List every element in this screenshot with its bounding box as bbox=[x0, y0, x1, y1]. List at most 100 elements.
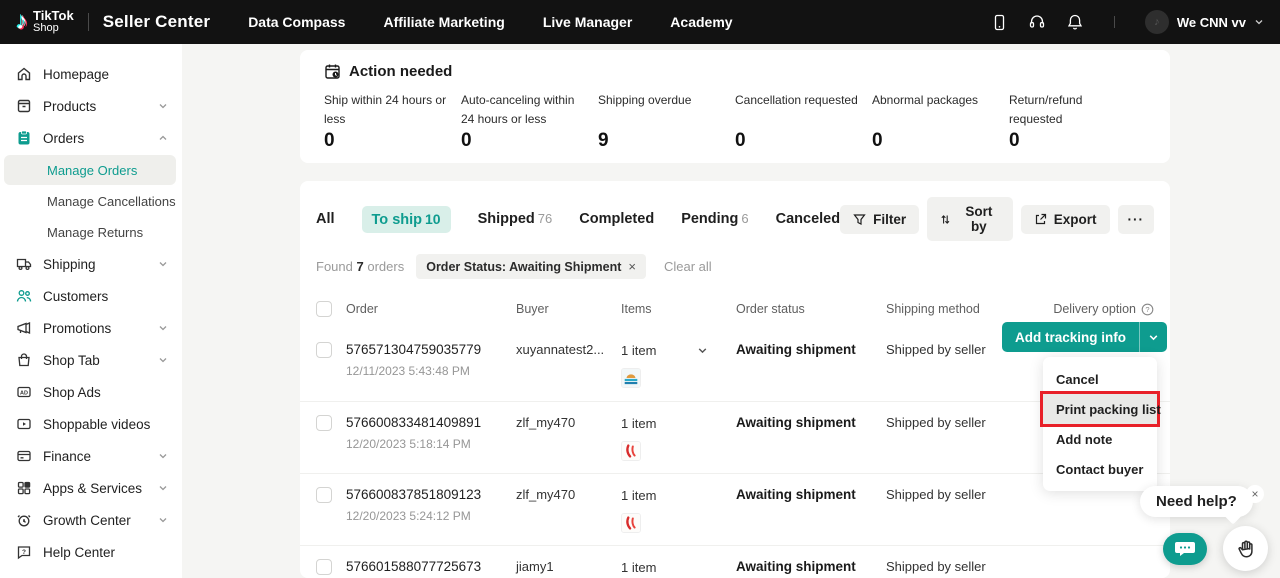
tab-canceled[interactable]: Canceled bbox=[776, 211, 840, 227]
nav-seller-center[interactable]: Seller Center bbox=[103, 12, 210, 32]
clear-all-link[interactable]: Clear all bbox=[664, 259, 712, 274]
sidebar-item-label: Customers bbox=[43, 289, 168, 304]
menu-item-contact-buyer[interactable]: Contact buyer bbox=[1043, 454, 1157, 484]
action-needed-card: Action needed Ship within 24 hours or le… bbox=[300, 50, 1170, 163]
sidebar-item-shoppable-videos[interactable]: Shoppable videos bbox=[0, 408, 182, 440]
export-button[interactable]: Export bbox=[1021, 205, 1110, 234]
row-actions-caret-button[interactable] bbox=[1139, 322, 1167, 352]
chevron-down-icon[interactable] bbox=[697, 345, 708, 356]
col-delivery-option: Delivery option ? bbox=[1036, 302, 1154, 316]
stat-shipping-overdue[interactable]: Shipping overdue 9 bbox=[598, 91, 735, 152]
menu-item-cancel[interactable]: Cancel bbox=[1043, 364, 1157, 394]
row-checkbox[interactable] bbox=[316, 487, 332, 503]
tab-completed[interactable]: Completed bbox=[579, 211, 654, 227]
order-id[interactable]: 576571304759035779 bbox=[346, 342, 516, 357]
mobile-app-icon[interactable] bbox=[991, 14, 1008, 31]
tab-to-ship[interactable]: To ship10 bbox=[362, 206, 451, 233]
sort-by-button[interactable]: Sort by bbox=[927, 197, 1013, 241]
stat-return-refund-requested[interactable]: Return/refund requested 0 bbox=[1009, 91, 1146, 152]
shoppable-video-icon bbox=[16, 416, 32, 432]
sidebar-item-growth-center[interactable]: Growth Center bbox=[0, 504, 182, 536]
tiktok-shop-logo[interactable]: ♪ TikTok Shop bbox=[16, 9, 74, 34]
buyer-name[interactable]: xuyannatest2... bbox=[516, 342, 621, 357]
row-checkbox[interactable] bbox=[316, 559, 332, 575]
chip-close-icon[interactable]: × bbox=[628, 259, 636, 274]
item-thumbnail[interactable] bbox=[621, 368, 641, 388]
menu-item-print-packing-list[interactable]: Print packing list bbox=[1043, 394, 1157, 424]
headset-support-icon[interactable] bbox=[1028, 13, 1046, 31]
chevron-down-icon bbox=[158, 515, 168, 525]
order-id[interactable]: 576601588077725673 bbox=[346, 559, 516, 574]
table-toolbar: Filter Sort by Export ··· bbox=[840, 197, 1154, 241]
sidebar-item-customers[interactable]: Customers bbox=[0, 280, 182, 312]
sidebar-item-promotions[interactable]: Promotions bbox=[0, 312, 182, 344]
stat-auto-canceling[interactable]: Auto-canceling within 24 hours or less 0 bbox=[461, 91, 598, 152]
nav-affiliate-marketing[interactable]: Affiliate Marketing bbox=[383, 14, 504, 30]
nav-live-manager[interactable]: Live Manager bbox=[543, 14, 632, 30]
sidebar-item-label: Shoppable videos bbox=[43, 417, 168, 432]
sidebar-item-products[interactable]: Products bbox=[0, 90, 182, 122]
order-status-filter-chip[interactable]: Order Status: Awaiting Shipment × bbox=[416, 254, 646, 279]
svg-text:?: ? bbox=[1145, 305, 1149, 314]
account-menu[interactable]: ♪ We CNN vv bbox=[1145, 10, 1264, 34]
notifications-bell-icon[interactable] bbox=[1066, 13, 1084, 31]
brand-line2: Shop bbox=[33, 23, 74, 35]
nav-academy[interactable]: Academy bbox=[670, 14, 732, 30]
order-id[interactable]: 576600837851809123 bbox=[346, 487, 516, 502]
sidebar-item-homepage[interactable]: Homepage bbox=[0, 58, 182, 90]
nav-data-compass[interactable]: Data Compass bbox=[248, 14, 345, 30]
sort-arrows-icon bbox=[940, 213, 951, 226]
sidebar-item-apps-services[interactable]: Apps & Services bbox=[0, 472, 182, 504]
sidebar-item-orders[interactable]: Orders bbox=[0, 122, 182, 154]
buyer-name[interactable]: zlf_my470 bbox=[516, 487, 621, 502]
tab-shipped[interactable]: Shipped76 bbox=[478, 211, 553, 227]
sidebar-item-shop-ads[interactable]: AD Shop Ads bbox=[0, 376, 182, 408]
need-help-tooltip[interactable]: Need help? bbox=[1140, 486, 1253, 517]
table-row: 576600833481409891 12/20/2023 5:18:14 PM… bbox=[300, 401, 1170, 473]
sidebar-item-manage-orders[interactable]: Manage Orders bbox=[4, 155, 176, 185]
select-all-checkbox[interactable] bbox=[316, 301, 332, 317]
item-thumbnail[interactable] bbox=[621, 441, 641, 461]
row-checkbox[interactable] bbox=[316, 415, 332, 431]
tab-all[interactable]: All bbox=[316, 211, 335, 227]
sidebar-item-manage-returns[interactable]: Manage Returns bbox=[4, 217, 176, 247]
tooltip-close-icon[interactable]: × bbox=[1246, 485, 1264, 503]
chat-support-button[interactable] bbox=[1163, 533, 1207, 565]
sidebar-item-label: Manage Orders bbox=[47, 163, 137, 178]
sidebar-item-shop-tab[interactable]: Shop Tab bbox=[0, 344, 182, 376]
orders-clipboard-icon bbox=[16, 130, 32, 146]
help-circle-icon[interactable]: ? bbox=[1141, 303, 1154, 316]
sidebar-item-label: Apps & Services bbox=[43, 481, 147, 496]
stat-abnormal-packages[interactable]: Abnormal packages 0 bbox=[872, 91, 1009, 152]
chevron-down-icon bbox=[158, 451, 168, 461]
buyer-name[interactable]: zlf_my470 bbox=[516, 415, 621, 430]
tab-pending[interactable]: Pending6 bbox=[681, 211, 748, 227]
sidebar-item-finance[interactable]: Finance bbox=[0, 440, 182, 472]
sidebar-item-help-center[interactable]: ? Help Center bbox=[0, 536, 182, 568]
menu-item-add-note[interactable]: Add note bbox=[1043, 424, 1157, 454]
item-thumbnail[interactable] bbox=[621, 513, 641, 533]
sidebar-item-manage-cancellations[interactable]: Manage Cancellations bbox=[4, 186, 176, 216]
stat-cancellation-requested[interactable]: Cancellation requested 0 bbox=[735, 91, 872, 152]
help-chat-icon: ? bbox=[16, 544, 32, 560]
col-order: Order bbox=[346, 302, 516, 316]
buyer-name[interactable]: jiamy1 bbox=[516, 559, 621, 574]
chevron-up-icon bbox=[158, 133, 168, 143]
row-checkbox[interactable] bbox=[316, 342, 332, 358]
sidebar-item-label: Shop Tab bbox=[43, 353, 147, 368]
sidebar-item-label: Orders bbox=[43, 131, 147, 146]
sidebar-item-label: Shipping bbox=[43, 257, 147, 272]
sidebar-item-shipping[interactable]: Shipping bbox=[0, 248, 182, 280]
order-status: Awaiting shipment bbox=[736, 342, 886, 357]
order-id[interactable]: 576600833481409891 bbox=[346, 415, 516, 430]
stat-ship-within-24h[interactable]: Ship within 24 hours or less 0 bbox=[324, 91, 461, 152]
wave-hand-widget[interactable] bbox=[1223, 526, 1268, 571]
chat-bubble-icon bbox=[1174, 540, 1196, 558]
filter-button[interactable]: Filter bbox=[840, 205, 919, 234]
brand-line1: TikTok bbox=[33, 9, 74, 23]
megaphone-icon bbox=[16, 320, 32, 336]
add-tracking-info-button[interactable]: Add tracking info bbox=[1002, 322, 1139, 352]
account-name: We CNN vv bbox=[1177, 15, 1246, 30]
svg-text:AD: AD bbox=[20, 390, 28, 396]
more-actions-button[interactable]: ··· bbox=[1118, 205, 1155, 234]
